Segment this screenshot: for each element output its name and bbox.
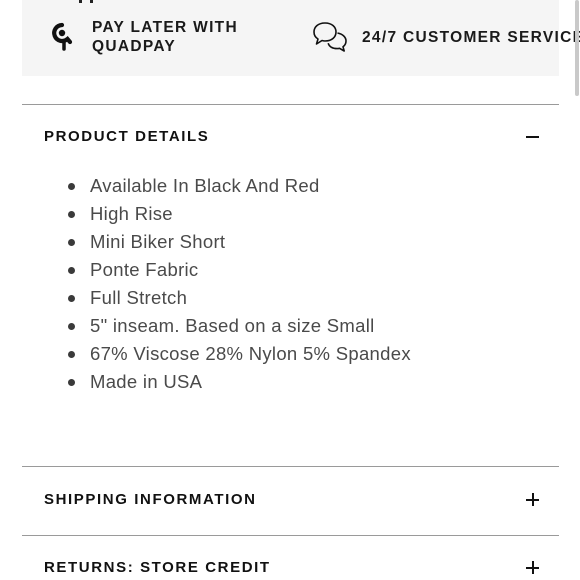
returns-store-credit-header[interactable]: RETURNS: STORE CREDIT — [44, 559, 539, 576]
list-item: High Rise — [67, 200, 411, 228]
scrollbar[interactable] — [574, 0, 580, 580]
section-divider — [22, 104, 559, 105]
partial-icon-fragment — [79, 0, 93, 3]
scrollbar-thumb[interactable] — [575, 0, 579, 96]
customer-service-label: 24/7 CUSTOMER SERVICE — [362, 28, 580, 46]
returns-store-credit-title: RETURNS: STORE CREDIT — [44, 559, 271, 576]
list-item: 67% Viscose 28% Nylon 5% Spandex — [67, 340, 411, 368]
list-item: Available In Black And Red — [67, 172, 411, 200]
list-item: Mini Biker Short — [67, 228, 411, 256]
minus-icon[interactable] — [525, 130, 539, 144]
product-details-header[interactable]: PRODUCT DETAILS — [44, 128, 539, 145]
section-divider — [22, 466, 559, 467]
info-strip: PAY LATER WITH QUADPAY 24/7 CUSTOMER SER… — [22, 0, 580, 76]
list-item: 5" inseam. Based on a size Small — [67, 312, 411, 340]
product-info-page: PAY LATER WITH QUADPAY 24/7 CUSTOMER SER… — [0, 0, 580, 580]
product-details-list: Available In Black And Red High Rise Min… — [67, 172, 411, 396]
list-item: Full Stretch — [67, 284, 411, 312]
pay-later-label: PAY LATER WITH QUADPAY — [92, 19, 238, 55]
pay-later-info[interactable]: PAY LATER WITH QUADPAY — [50, 18, 242, 56]
plus-icon[interactable] — [525, 493, 539, 507]
shipping-information-title: SHIPPING INFORMATION — [44, 491, 257, 508]
quadpay-logo-icon — [50, 21, 74, 53]
list-item: Made in USA — [67, 368, 411, 396]
shipping-information-header[interactable]: SHIPPING INFORMATION — [44, 491, 539, 508]
customer-service-info[interactable]: 24/7 CUSTOMER SERVICE — [312, 20, 580, 54]
product-details-title: PRODUCT DETAILS — [44, 128, 210, 145]
list-item: Ponte Fabric — [67, 256, 411, 284]
chat-bubbles-icon — [312, 20, 348, 54]
section-divider — [22, 535, 559, 536]
plus-icon[interactable] — [525, 561, 539, 575]
